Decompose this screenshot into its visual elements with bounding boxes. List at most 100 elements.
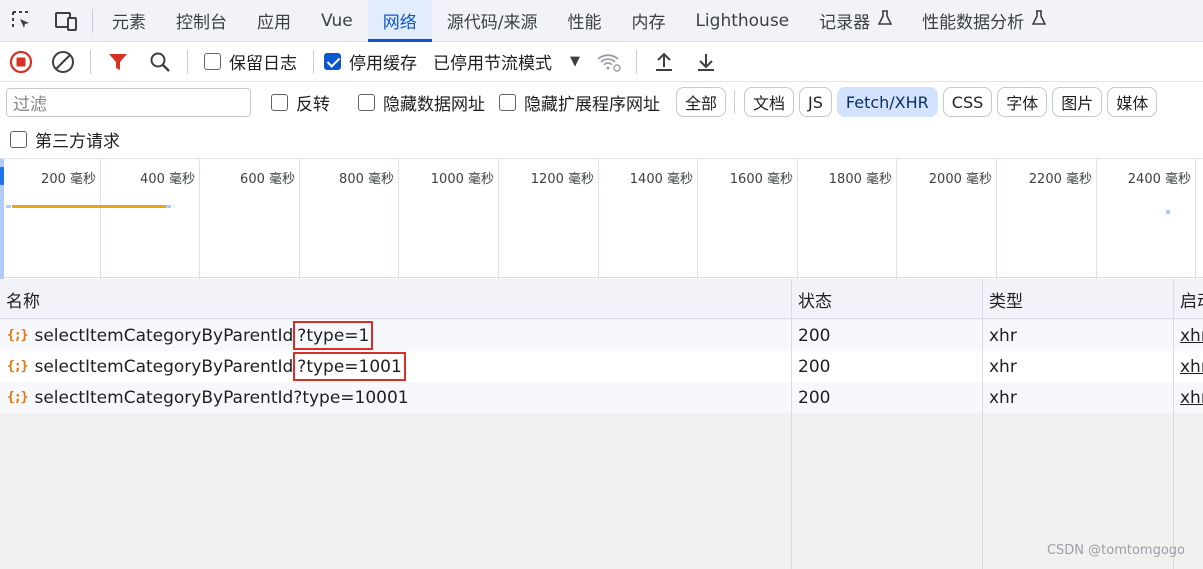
filter-input[interactable]: 过滤 <box>6 87 251 117</box>
tab-performance-insights[interactable]: 性能数据分析 <box>907 0 1061 42</box>
overview-handle-grip[interactable] <box>0 167 4 185</box>
tab-recorder-label: 记录器 <box>819 13 871 33</box>
type-filter-img[interactable]: 图片 <box>1052 87 1103 117</box>
request-name: selectItemCategoryByParentId <box>34 356 294 377</box>
export-har-button[interactable] <box>685 42 727 82</box>
tab-network[interactable]: 网络 <box>367 0 432 42</box>
disable-cache-label: 停用缓存 <box>349 54 417 74</box>
type-filter-media[interactable]: 媒体 <box>1107 87 1158 117</box>
hide-extension-urls-checkbox[interactable]: 隐藏扩展程序网址 <box>499 90 660 115</box>
network-conditions-button[interactable] <box>588 42 630 82</box>
type-filter-font[interactable]: 字体 <box>997 87 1048 117</box>
highlighted-query: ?type=1001 <box>293 352 406 381</box>
preserve-log-box[interactable] <box>204 53 221 70</box>
request-name-cell[interactable]: {;} selectItemCategoryByParentId ?type=10… <box>0 351 790 382</box>
third-party-label: 第三方请求 <box>35 131 120 152</box>
hide-data-urls-box[interactable] <box>358 93 375 111</box>
overview-gridline <box>100 159 101 279</box>
column-header-name[interactable]: 名称 <box>0 279 790 319</box>
search-button[interactable] <box>139 42 181 82</box>
tab-vue[interactable]: Vue <box>306 0 368 42</box>
type-filter-js[interactable]: JS <box>799 87 832 117</box>
hide-extension-urls-box[interactable] <box>499 93 516 111</box>
overview-gridline <box>697 159 698 279</box>
throttling-value: 已停用节流模式 <box>433 54 552 74</box>
clear-button[interactable] <box>42 42 84 82</box>
fetch-request-icon: {;} <box>7 359 29 374</box>
overview-gridline <box>996 159 997 279</box>
hide-data-urls-checkbox[interactable]: 隐藏数据网址 <box>358 90 485 115</box>
tab-memory[interactable]: 内存 <box>616 0 680 42</box>
overview-tick-label: 2000 毫秒 <box>928 172 992 187</box>
type-filter-fetch-xhr[interactable]: Fetch/XHR <box>836 87 938 117</box>
table-row[interactable]: {;} selectItemCategoryByParentId ?type=10… <box>0 351 1203 382</box>
filter-icon <box>109 53 127 70</box>
filter-toggle-button[interactable] <box>97 42 139 82</box>
request-name: selectItemCategoryByParentId <box>34 387 294 408</box>
tab-lighthouse[interactable]: Lighthouse <box>680 0 804 42</box>
filter-divider <box>734 90 736 114</box>
initiator-link[interactable]: xhr <box>1180 351 1203 382</box>
overview-tick-label: 1600 毫秒 <box>729 172 793 187</box>
initiator-link[interactable]: xhr <box>1180 320 1203 351</box>
tab-sources[interactable]: 源代码/来源 <box>432 0 553 42</box>
import-har-button[interactable] <box>643 42 685 82</box>
preserve-log-checkbox[interactable]: 保留日志 <box>204 49 297 74</box>
highlighted-query: ?type=1 <box>293 321 374 350</box>
tab-recorder[interactable]: 记录器 <box>804 0 907 42</box>
disable-cache-box[interactable] <box>324 53 341 70</box>
throttling-select[interactable]: 已停用节流模式 ▼ <box>433 49 580 74</box>
stop-recording-button[interactable] <box>0 42 42 82</box>
type-filter-css[interactable]: CSS <box>942 87 993 117</box>
request-timing-start <box>6 205 11 208</box>
column-divider[interactable] <box>1173 279 1174 569</box>
overview-tick-label: 800 毫秒 <box>339 172 394 187</box>
clear-icon <box>52 50 74 73</box>
filter-bar: 过滤 反转 隐藏数据网址 隐藏扩展程序网址 全部 文档 JS Fetch/XHR… <box>0 82 1203 122</box>
column-divider[interactable] <box>982 279 983 569</box>
tab-console[interactable]: 控制台 <box>161 0 242 42</box>
request-name-cell[interactable]: {;} selectItemCategoryByParentId ?type=10… <box>0 382 790 413</box>
devtools-tabbar: 元素 控制台 应用 Vue 网络 源代码/来源 性能 内存 Lighthouse… <box>0 0 1203 42</box>
inspect-element-icon[interactable] <box>0 0 44 42</box>
third-party-row: 第三方请求 <box>0 122 130 156</box>
overview-gridline <box>896 159 897 279</box>
overview-gridline <box>1096 159 1097 279</box>
tab-elements[interactable]: 元素 <box>97 0 161 42</box>
column-header-status[interactable]: 状态 <box>792 279 982 319</box>
type-filter-doc[interactable]: 文档 <box>744 87 795 117</box>
type-cell: xhr <box>989 356 1017 377</box>
preserve-log-label: 保留日志 <box>229 54 297 74</box>
request-name-cell[interactable]: {;} selectItemCategoryByParentId ?type=1 <box>0 320 790 351</box>
status-cell: 200 <box>798 356 831 377</box>
chevron-down-icon: ▼ <box>570 54 580 69</box>
tab-application[interactable]: 应用 <box>242 0 306 42</box>
request-table: 名称 状态 类型 启动 {;} selectItemCategoryByPare… <box>0 279 1203 569</box>
table-row[interactable]: {;} selectItemCategoryByParentId ?type=1 … <box>0 320 1203 351</box>
invert-checkbox[interactable]: 反转 <box>271 90 330 115</box>
network-overview[interactable]: 200 毫秒 400 毫秒 600 毫秒 800 毫秒 1000 毫秒 1200 毫秒 14… <box>0 158 1203 279</box>
third-party-box[interactable] <box>10 130 27 148</box>
overview-gridline <box>498 159 499 279</box>
third-party-checkbox[interactable]: 第三方请求 <box>10 127 120 152</box>
network-toolbar: 保留日志 停用缓存 已停用节流模式 ▼ <box>0 42 1203 82</box>
hide-extension-urls-label: 隐藏扩展程序网址 <box>524 94 660 115</box>
toolbar-divider <box>636 49 637 74</box>
tab-performance[interactable]: 性能 <box>552 0 616 42</box>
initiator-link[interactable]: xhr <box>1180 382 1203 413</box>
request-timing-bar <box>12 205 166 208</box>
device-toolbar-icon[interactable] <box>44 0 88 42</box>
column-header-initiator[interactable]: 启动 <box>1174 279 1203 319</box>
table-row[interactable]: {;} selectItemCategoryByParentId ?type=10… <box>0 382 1203 413</box>
tabbar-divider <box>92 8 93 33</box>
toolbar-divider <box>313 49 314 74</box>
column-divider[interactable] <box>791 279 792 569</box>
column-header-type[interactable]: 类型 <box>983 279 1173 319</box>
overview-tick-label: 200 毫秒 <box>41 172 96 187</box>
overview-tick-label: 2200 毫秒 <box>1028 172 1092 187</box>
invert-box[interactable] <box>271 93 288 111</box>
type-filter-all[interactable]: 全部 <box>676 87 727 117</box>
tab-performance-insights-label: 性能数据分析 <box>922 13 1025 33</box>
disable-cache-checkbox[interactable]: 停用缓存 <box>324 49 417 74</box>
download-icon <box>698 53 714 71</box>
